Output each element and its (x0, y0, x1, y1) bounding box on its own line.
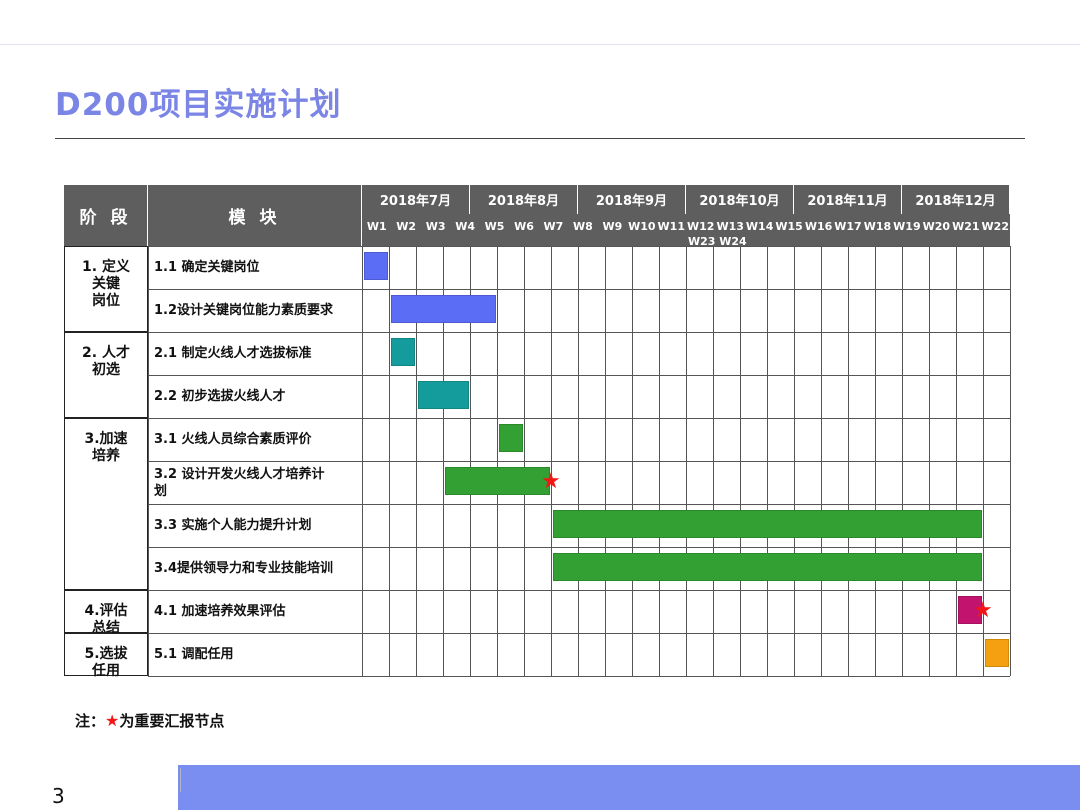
task-label: 4.1 加速培养效果评估 (148, 590, 362, 633)
grid-col-line (875, 246, 876, 676)
grid-row-line (148, 332, 1010, 333)
task-label: 2.1 制定火线人才选拔标准 (148, 332, 362, 375)
milestone-star-icon: ★ (541, 469, 561, 494)
header-month: 2018年8月 (470, 185, 578, 214)
grid-row-line (148, 289, 1010, 290)
grid-col-line (605, 246, 606, 676)
grid-row-line (148, 375, 1010, 376)
header-week: W22 (980, 214, 1010, 246)
footer-left-panel (0, 765, 178, 810)
header-month: 2018年9月 (578, 185, 686, 214)
task-label: 5.1 调配任用 (148, 633, 362, 676)
header-week: W17 (833, 214, 863, 246)
gantt-chart: 阶 段模 块 2018年7月 2018年8月 2018年9月 2018年10月 2018年… (64, 185, 1011, 679)
header-week: W1 (362, 214, 392, 246)
legend-note: 注：★为重要汇报节点 (75, 710, 224, 731)
phase-label: 4.评估 总结 (64, 590, 148, 636)
grid-col-line (659, 246, 660, 676)
grid-col-line (767, 246, 768, 676)
header-month: 2018年10月 (686, 185, 794, 214)
grid-col-line (1010, 246, 1011, 676)
header-week: W20 (921, 214, 952, 246)
header-week: W2 (391, 214, 421, 246)
grid-module-line (148, 246, 149, 676)
grid-col-line (686, 246, 687, 676)
grid-col-line (956, 246, 957, 676)
task-bar (985, 639, 1009, 667)
task-bar (499, 424, 523, 452)
grid-row-line (148, 418, 1010, 419)
note-text: 为重要汇报节点 (119, 712, 225, 730)
header-week: W14 (744, 214, 775, 246)
grid-col-line (929, 246, 930, 676)
grid-col-line (389, 246, 390, 676)
task-label: 3.1 火线人员综合素质评价 (148, 418, 362, 461)
header-month: 2018年12月 (902, 185, 1010, 214)
task-bar (391, 295, 496, 323)
task-bar (553, 553, 982, 581)
task-bar (364, 252, 388, 280)
grid-row-line (148, 633, 1010, 634)
grid-col-line (551, 246, 552, 676)
grid-col-line (578, 246, 579, 676)
phase-label: 2. 人才 初选 (64, 332, 148, 418)
header-week: W11 (656, 214, 686, 246)
grid-col-line (632, 246, 633, 676)
top-rule (0, 44, 1080, 45)
header-week: W8 (568, 214, 598, 246)
header-week: W19 (892, 214, 922, 246)
footer-divider (180, 768, 181, 792)
phase-label: 5.选拔 任用 (64, 633, 148, 679)
header-week: W3 (420, 214, 451, 246)
grid-col-line (902, 246, 903, 676)
task-label: 3.4提供领导力和专业技能培训 (148, 547, 362, 590)
header-week: W18 (862, 214, 893, 246)
milestone-star-icon: ★ (973, 598, 993, 623)
grid-col-line (848, 246, 849, 676)
task-label: 1.1 确定关键岗位 (148, 246, 362, 289)
task-bar (553, 510, 982, 538)
header-week: W9 (597, 214, 628, 246)
title-rule (55, 138, 1025, 139)
grid-col-line (524, 246, 525, 676)
task-label: 3.2 设计开发火线人才培养计 划 (148, 461, 362, 504)
page-number: 3 (52, 784, 65, 808)
header-week: W6 (509, 214, 539, 246)
header-week: W15 (774, 214, 804, 246)
milestone-star-icon: ★ (105, 711, 120, 730)
grid-row-line (148, 246, 1010, 247)
phase-label: 1. 定义 关键 岗位 (64, 246, 148, 332)
header-month: 2018年7月 (362, 185, 470, 214)
grid-col-line (740, 246, 741, 676)
header-week: W21 (951, 214, 981, 246)
grid-row-line (148, 590, 1010, 591)
task-label: 1.2设计关键岗位能力素质要求 (148, 289, 362, 332)
header-module: 模 块 (148, 185, 362, 246)
grid-row-line (148, 461, 1010, 462)
task-bar (391, 338, 415, 366)
task-bar (445, 467, 550, 495)
header-week: W7 (538, 214, 569, 246)
grid-row-line (148, 504, 1010, 505)
header-week: W4 (450, 214, 480, 246)
grid-col-line (362, 246, 363, 676)
grid-row-line (148, 547, 1010, 548)
grid-col-line (794, 246, 795, 676)
header-week: W5 (479, 214, 510, 246)
phase-label: 3.加速 培养 (64, 418, 148, 590)
page-title: D200项目实施计划 (55, 87, 342, 123)
grid-col-line (497, 246, 498, 676)
task-label: 2.2 初步选拔火线人才 (148, 375, 362, 418)
task-bar (418, 381, 469, 409)
task-label: 3.3 实施个人能力提升计划 (148, 504, 362, 547)
note-prefix: 注： (75, 712, 106, 730)
grid-col-line (821, 246, 822, 676)
header-week: W10 (627, 214, 657, 246)
header-week: W16 (803, 214, 834, 246)
header-phase: 阶 段 (64, 185, 148, 246)
grid-row-line (148, 676, 1010, 677)
grid-col-line (713, 246, 714, 676)
header-month: 2018年11月 (794, 185, 902, 214)
